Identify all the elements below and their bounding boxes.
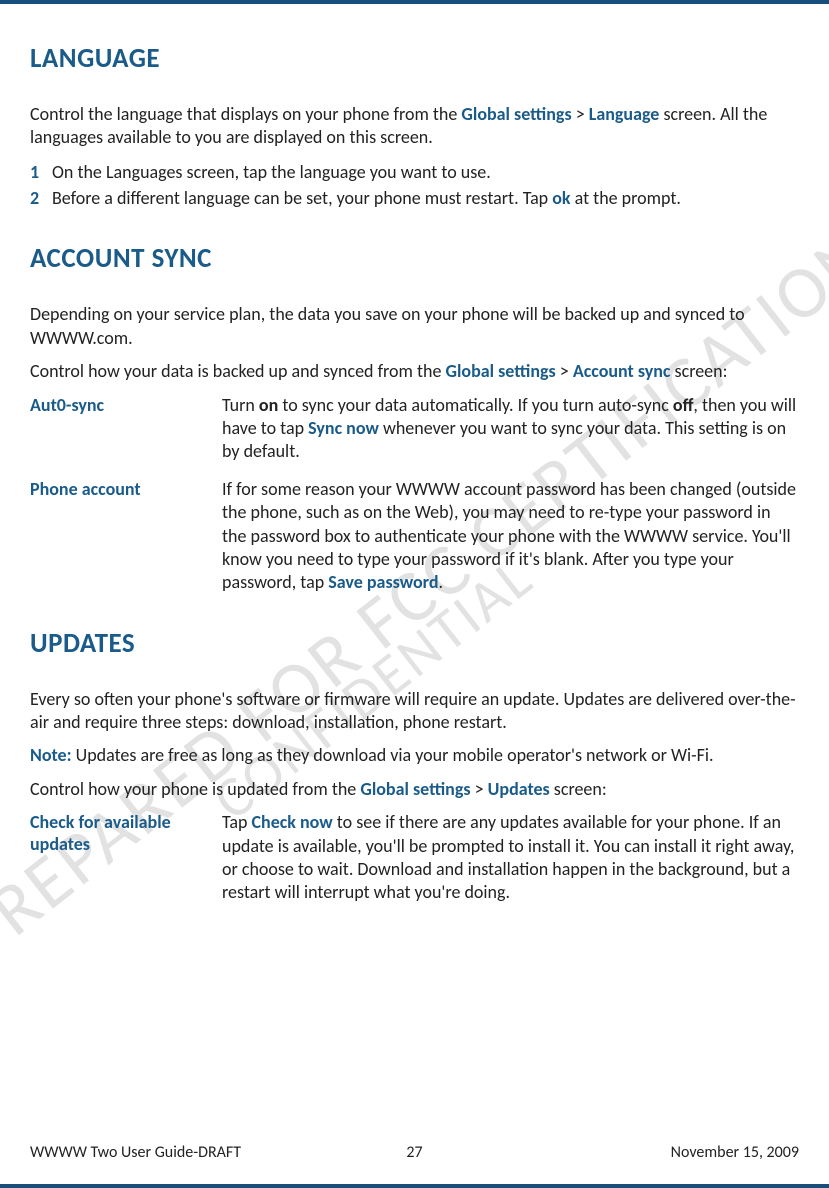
updates-para3: Control how your phone is updated from t…: [30, 778, 799, 801]
text: Control how your phone is updated from t…: [30, 778, 360, 800]
heading-account-sync: ACCOUNT SYNC: [30, 242, 799, 275]
list-item: 1 On the Languages screen, tap the langu…: [30, 160, 799, 184]
link-global-settings: Global settings: [360, 778, 470, 800]
link-sync-now: Sync now: [308, 417, 379, 439]
main-content: LANGUAGE Control the language that displ…: [30, 42, 799, 905]
text: If for some reason your WWWW account pas…: [222, 478, 796, 594]
updates-para1: Every so often your phone's software or …: [30, 688, 799, 735]
text: Turn: [222, 394, 259, 416]
note-label: Note:: [30, 744, 72, 766]
updates-note: Note: Updates are free as long as they d…: [30, 744, 799, 767]
text: screen:: [670, 360, 727, 382]
step-text: On the Languages screen, tap the languag…: [52, 161, 491, 183]
definition-row-auto-sync: Aut0-sync Turn on to sync your data auto…: [30, 394, 799, 464]
link-global-settings: Global settings: [446, 360, 556, 382]
text: >: [556, 360, 573, 382]
bold-ok: ok: [552, 187, 570, 209]
link-check-now: Check now: [252, 811, 333, 833]
link-save-password: Save password: [328, 571, 438, 593]
language-steps: 1 On the Languages screen, tap the langu…: [30, 160, 799, 211]
text: >: [471, 778, 488, 800]
text: .: [439, 571, 444, 593]
note-text: Updates are free as long as they downloa…: [72, 744, 714, 766]
heading-updates: UPDATES: [30, 627, 799, 660]
text: Tap: [222, 811, 252, 833]
link-account-sync: Account sync: [573, 360, 671, 382]
list-item: 2 Before a different language can be set…: [30, 186, 799, 210]
step-number: 1: [30, 160, 39, 184]
link-updates: Updates: [488, 778, 550, 800]
bold-on: on: [259, 394, 278, 416]
footer-doc-title: WWWW Two User Guide-DRAFT: [30, 1143, 241, 1162]
term-check-updates: Check for available updates: [30, 811, 222, 905]
footer-page-number: 27: [406, 1143, 422, 1162]
desc-phone-account: If for some reason your WWWW account pas…: [222, 478, 799, 595]
bold-off: off: [673, 394, 694, 416]
text: Control the language that displays on yo…: [30, 103, 461, 125]
text: to sync your data automatically. If you …: [278, 394, 673, 416]
text: >: [572, 103, 589, 125]
page-footer: WWWW Two User Guide-DRAFT 27 November 15…: [30, 1143, 799, 1162]
definition-row-check-updates: Check for available updates Tap Check no…: [30, 811, 799, 905]
term-phone-account: Phone account: [30, 478, 222, 595]
footer-date: November 15, 2009: [671, 1143, 799, 1162]
step-number: 2: [30, 186, 39, 210]
language-intro: Control the language that displays on yo…: [30, 103, 799, 150]
text: screen:: [550, 778, 607, 800]
step-text: at the prompt.: [571, 187, 681, 209]
definition-row-phone-account: Phone account If for some reason your WW…: [30, 478, 799, 595]
desc-auto-sync: Turn on to sync your data automatically.…: [222, 394, 799, 464]
heading-language: LANGUAGE: [30, 42, 799, 75]
link-global-settings: Global settings: [461, 103, 571, 125]
link-language: Language: [589, 103, 660, 125]
account-sync-para1: Depending on your service plan, the data…: [30, 303, 799, 350]
account-sync-para2: Control how your data is backed up and s…: [30, 360, 799, 383]
step-text: Before a different language can be set, …: [52, 187, 552, 209]
term-auto-sync: Aut0-sync: [30, 394, 222, 464]
desc-check-updates: Tap Check now to see if there are any up…: [222, 811, 799, 905]
text: Control how your data is backed up and s…: [30, 360, 446, 382]
